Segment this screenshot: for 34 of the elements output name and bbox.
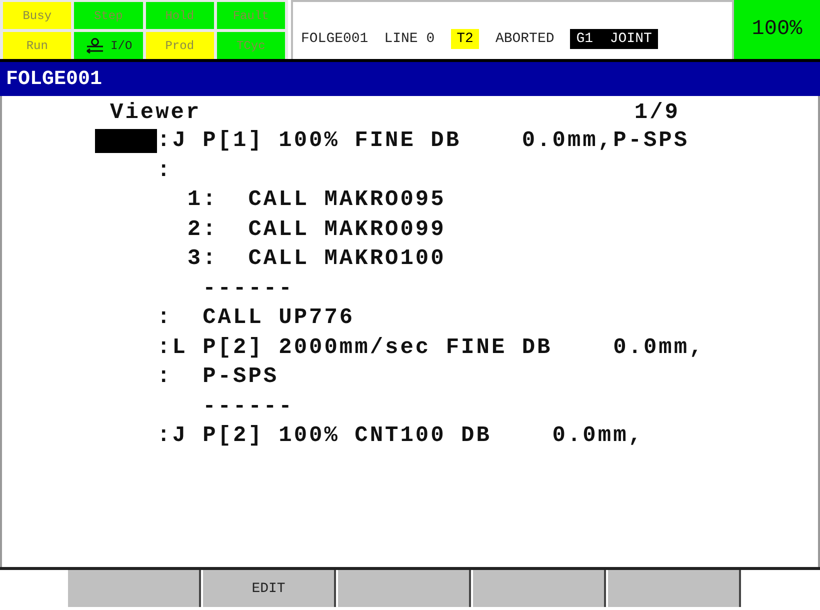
status-lamp: Fault [216,2,285,29]
program-line[interactable]: :L P[2] 2000mm/sec FINE DB 0.0mm, [157,334,704,360]
program-line[interactable]: 3: CALL MAKRO100 [157,246,446,272]
function-key[interactable] [338,570,471,607]
program-title: FOLGE001 [0,62,820,96]
override-indicator: 100% [734,0,820,59]
function-key[interactable] [608,570,741,607]
status-text: LINE 0 [384,30,435,49]
program-line[interactable]: :J P[2] 100% CNT100 DB 0.0mm, [157,423,644,448]
status-lamp: Run [3,32,72,59]
function-key[interactable] [68,570,201,607]
function-key[interactable] [473,570,606,607]
program-line[interactable]: 2: CALL MAKRO099 [157,216,446,242]
status-text: ABORTED [495,30,554,49]
program-line[interactable]: : P-SPS [157,364,279,390]
status-text: FOLGE001 [301,30,368,49]
program-line[interactable]: ------ [157,394,294,419]
page-indicator: 1/9 [634,100,680,124]
status-lamp: Step [74,2,142,29]
status-lamp: Hold [146,2,214,29]
program-line[interactable]: 1: CALL MAKRO095 [157,187,446,212]
io-icon [84,38,105,54]
viewer-label: Viewer [110,100,202,124]
program-line[interactable]: ------ [157,276,294,301]
program-line[interactable]: : [157,158,172,183]
status-lamp: TCyc [216,32,285,59]
program-line[interactable]: :J P[1] 100% FINE DB 0.0mm,P-SPS [157,128,690,154]
status-lamp: Prod [146,32,214,59]
status-lamp: I/O [74,32,142,59]
program-line[interactable]: : CALL UP776 [157,305,355,330]
status-lamp: Busy [3,2,72,29]
status-text: G1 JOINT [570,29,658,49]
status-text: T2 [450,29,480,49]
function-key[interactable]: EDIT [203,570,336,607]
